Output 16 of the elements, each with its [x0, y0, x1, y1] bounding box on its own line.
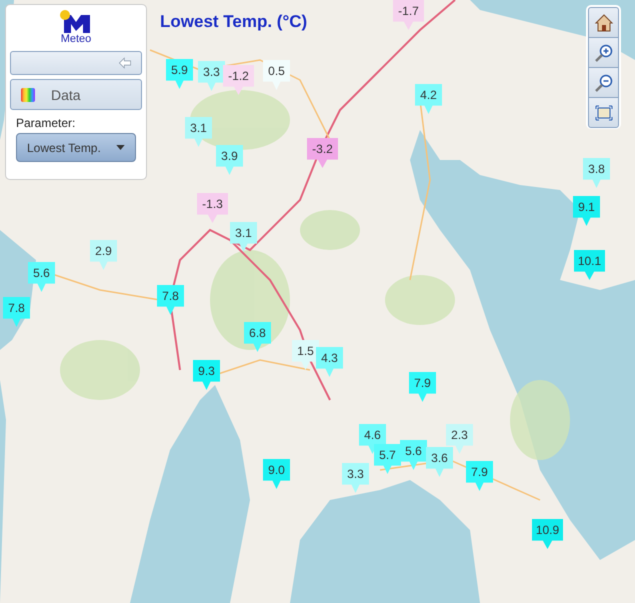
zoom-out-button[interactable]	[588, 67, 619, 98]
zoom-in-button[interactable]	[588, 37, 619, 68]
zoom-in-icon	[594, 42, 614, 62]
full-extent-button[interactable]	[588, 97, 619, 128]
home-button[interactable]	[588, 7, 619, 38]
zoom-out-icon	[594, 72, 614, 92]
logo-text: Meteo	[60, 33, 92, 45]
color-scale-icon	[21, 88, 35, 102]
home-icon	[594, 12, 614, 32]
map-title: Lowest Temp. (°C)	[160, 12, 308, 32]
full-extent-icon	[594, 102, 614, 122]
parameter-select[interactable]: Lowest Temp.	[16, 133, 136, 162]
arrow-left-icon	[117, 56, 133, 70]
parameter-label: Parameter:	[16, 116, 76, 130]
data-button[interactable]: Data	[10, 79, 142, 110]
caret-icon	[116, 145, 125, 150]
